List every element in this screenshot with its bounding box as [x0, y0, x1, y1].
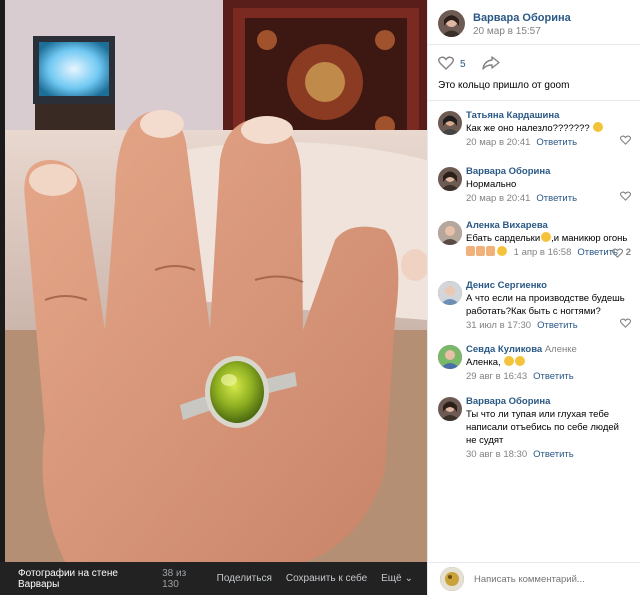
comment-author[interactable]: Татьяна Кардашина — [466, 109, 631, 122]
thumbs-up-icon — [466, 246, 475, 256]
comment-text-body-2: ,и маникюр огонь — [551, 233, 628, 244]
comment-date[interactable]: 30 авг в 18:30 — [466, 449, 527, 460]
comment-meta: 30 авг в 18:30 Ответить — [466, 447, 631, 462]
comment-like-button[interactable] — [620, 135, 631, 145]
comment-like-button[interactable]: 2 — [611, 245, 631, 260]
avatar[interactable] — [438, 111, 462, 135]
comment-text-body: Аленка, — [466, 357, 501, 368]
emoji-icon — [593, 122, 604, 132]
emoji-icon — [504, 356, 515, 366]
heart-icon — [620, 135, 631, 145]
more-label: Ещё — [381, 573, 402, 584]
avatar[interactable] — [438, 167, 462, 191]
comment-date[interactable]: 20 мар в 20:41 — [466, 193, 530, 204]
reply-button[interactable]: Ответить — [537, 320, 578, 331]
reply-button[interactable]: Ответить — [536, 193, 577, 204]
comment-item: Татьяна Кардашина Как же оно налезло????… — [428, 109, 640, 155]
heart-icon — [620, 191, 631, 201]
reply-button[interactable]: Ответить — [533, 371, 574, 382]
comments-list: Татьяна Кардашина Как же оно налезло????… — [428, 105, 640, 465]
avatar[interactable] — [438, 345, 462, 369]
comment-date[interactable]: 31 июл в 17:30 — [466, 320, 531, 331]
post-author: Варвара Оборина 20 мар в 15:57 — [438, 10, 632, 40]
heart-icon — [611, 247, 623, 258]
thumbs-up-icon — [486, 246, 495, 256]
comment-author-name[interactable]: Севда Куликова — [466, 344, 542, 355]
comment-meta: 29 авг в 16:43 Ответить — [466, 369, 631, 384]
comment-like-button[interactable] — [620, 318, 631, 328]
author-name[interactable]: Варвара Оборина — [473, 12, 571, 25]
emoji-icon — [541, 232, 552, 242]
emoji-icon — [497, 246, 507, 256]
reply-button[interactable]: Ответить — [533, 449, 574, 460]
comment-text: Ебать сардельки ,и маникюр огонь — [466, 232, 631, 245]
comment-meta: 1 апр в 16:58 Ответить 2 — [466, 245, 631, 260]
share-button[interactable]: Поделиться — [217, 573, 272, 584]
comment-text: Нормально — [466, 179, 517, 190]
comment-author[interactable]: Варвара Оборина — [466, 165, 631, 178]
photo-image — [5, 0, 427, 562]
share-arrow-icon[interactable] — [481, 56, 500, 73]
comment-date[interactable]: 20 мар в 20:41 — [466, 137, 530, 148]
post-sidebar: Варвара Оборина 20 мар в 15:57 5 Это кол… — [427, 0, 640, 595]
chevron-down-icon: ⌄ — [404, 573, 413, 584]
comment-author: Севда Куликова Аленке — [466, 343, 631, 356]
post-caption: Это кольцо пришло от goom — [438, 80, 570, 91]
emoji-icon — [515, 356, 526, 366]
comment-text: Как же оно налезло??????? — [466, 122, 631, 135]
comment-input[interactable] — [474, 573, 624, 585]
album-title[interactable]: Фотографии на стене Варвары — [18, 568, 152, 590]
comment-reply-to[interactable]: Аленке — [545, 344, 577, 355]
comment-item: Севда Куликова Аленке Аленка, 29 авг в 1… — [428, 343, 640, 387]
comment-date[interactable]: 1 апр в 16:58 — [514, 247, 572, 258]
post-date[interactable]: 20 мар в 15:57 — [473, 25, 571, 39]
comment-meta: 31 июл в 17:30 Ответить — [466, 318, 631, 333]
viewer-bottom-bar: Фотографии на стене Варвары 38 из 130 По… — [0, 562, 427, 595]
thumbs-up-icon — [476, 246, 485, 256]
heart-icon — [620, 318, 631, 328]
comment-item: Аленка Вихарева Ебать сардельки ,и маникю… — [428, 219, 640, 269]
avatar — [440, 567, 464, 591]
comment-meta: 20 мар в 20:41 Ответить — [466, 135, 631, 150]
more-button[interactable]: Ещё ⌄ — [381, 573, 413, 584]
divider — [428, 44, 640, 45]
comment-like-button[interactable] — [620, 191, 631, 201]
comment-item: Варвара Оборина Ты что ли тупая или глух… — [428, 395, 640, 465]
post-actions: 5 — [438, 56, 500, 73]
divider — [428, 100, 640, 101]
comment-meta: 20 мар в 20:41 Ответить — [466, 191, 631, 206]
comment-text: Ты что ли тупая или глухая тебе написали… — [466, 409, 619, 446]
comment-author[interactable]: Варвара Оборина — [466, 395, 631, 408]
comment-date[interactable]: 29 авг в 16:43 — [466, 371, 527, 382]
comment-text: Аленка, — [466, 356, 631, 369]
save-button[interactable]: Сохранить к себе — [286, 573, 367, 584]
comment-compose — [428, 562, 640, 595]
comment-author[interactable]: Аленка Вихарева — [466, 219, 631, 232]
avatar[interactable] — [438, 10, 465, 37]
comment-like-count: 2 — [625, 247, 631, 258]
reply-button[interactable]: Ответить — [536, 137, 577, 148]
avatar[interactable] — [438, 221, 462, 245]
photo-counter: 38 из 130 — [162, 567, 187, 590]
photo[interactable] — [5, 0, 427, 562]
like-count[interactable]: 5 — [460, 59, 466, 70]
photo-viewer: Фотографии на стене Варвары 38 из 130 По… — [0, 0, 427, 595]
heart-icon[interactable] — [438, 56, 454, 73]
avatar[interactable] — [438, 397, 462, 421]
comment-author[interactable]: Денис Сергиенко — [466, 279, 631, 292]
comment-text-body: Как же оно налезло??????? — [466, 123, 590, 134]
comment-item: Варвара Оборина Нормально 20 мар в 20:41… — [428, 165, 640, 209]
comment-text: А что если на производстве будешь работа… — [466, 293, 625, 317]
comment-text-body: Ебать сардельки — [466, 233, 541, 244]
avatar[interactable] — [438, 281, 462, 305]
comment-item: Денис Сергиенко А что если на производст… — [428, 279, 640, 335]
